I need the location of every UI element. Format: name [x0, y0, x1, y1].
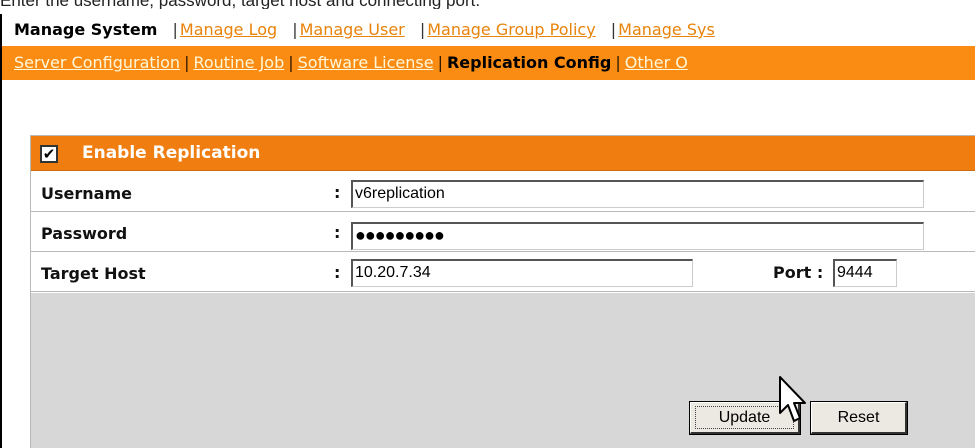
nav-manage-log[interactable]: Manage Log [180, 20, 277, 39]
subnav-routine-job[interactable]: Routine Job [193, 53, 284, 72]
port-label: Port : [773, 263, 824, 282]
reset-button[interactable]: Reset [810, 401, 908, 435]
username-label: Username [41, 184, 132, 203]
pointer-arrow-cursor-icon [779, 376, 806, 422]
secondary-nav: Server Configuration | Routine Job | Softwar… [2, 46, 975, 80]
nav-manage-user[interactable]: Manage User [300, 20, 405, 39]
panel-title: Enable Replication [82, 143, 261, 163]
enable-replication-checkbox[interactable]: ✔ [40, 145, 58, 163]
primary-nav: Manage System | Manage Log | Manage User |… [2, 14, 975, 46]
password-row: Password : ●●●●●●●●● [31, 213, 975, 252]
subnav-replication-config: Replication Config [446, 53, 612, 72]
subnav-server-configuration[interactable]: Server Configuration [14, 53, 180, 72]
password-label: Password [41, 224, 128, 243]
nav-manage-system: Manage System [14, 20, 158, 39]
admin-frame: Manage System | Manage Log | Manage User |… [0, 14, 975, 448]
instruction-caption: Enter the username, password, target hos… [0, 0, 975, 9]
port-input[interactable]: 9444 [833, 259, 897, 287]
username-row: Username : v6replication [31, 173, 975, 212]
update-button-label: Update [718, 409, 771, 426]
subnav-other[interactable]: Other O [625, 53, 688, 72]
replication-panel: ✔ Enable Replication Username : v6replic… [30, 135, 975, 448]
username-input[interactable]: v6replication [351, 180, 924, 208]
nav-manage-group-policy[interactable]: Manage Group Policy [427, 20, 595, 39]
reset-button-label: Reset [837, 409, 880, 426]
password-input[interactable]: ●●●●●●●●● [351, 222, 924, 250]
subnav-software-license[interactable]: Software License [298, 53, 434, 72]
target-host-label: Target Host [41, 264, 146, 283]
target-host-row: Target Host : 10.20.7.34 Port : 9444 [31, 253, 975, 292]
checkmark-icon: ✔ [42, 144, 56, 163]
panel-header: ✔ Enable Replication [31, 136, 975, 171]
nav-manage-sys[interactable]: Manage Sys [618, 20, 715, 39]
target-host-input[interactable]: 10.20.7.34 [351, 259, 693, 287]
